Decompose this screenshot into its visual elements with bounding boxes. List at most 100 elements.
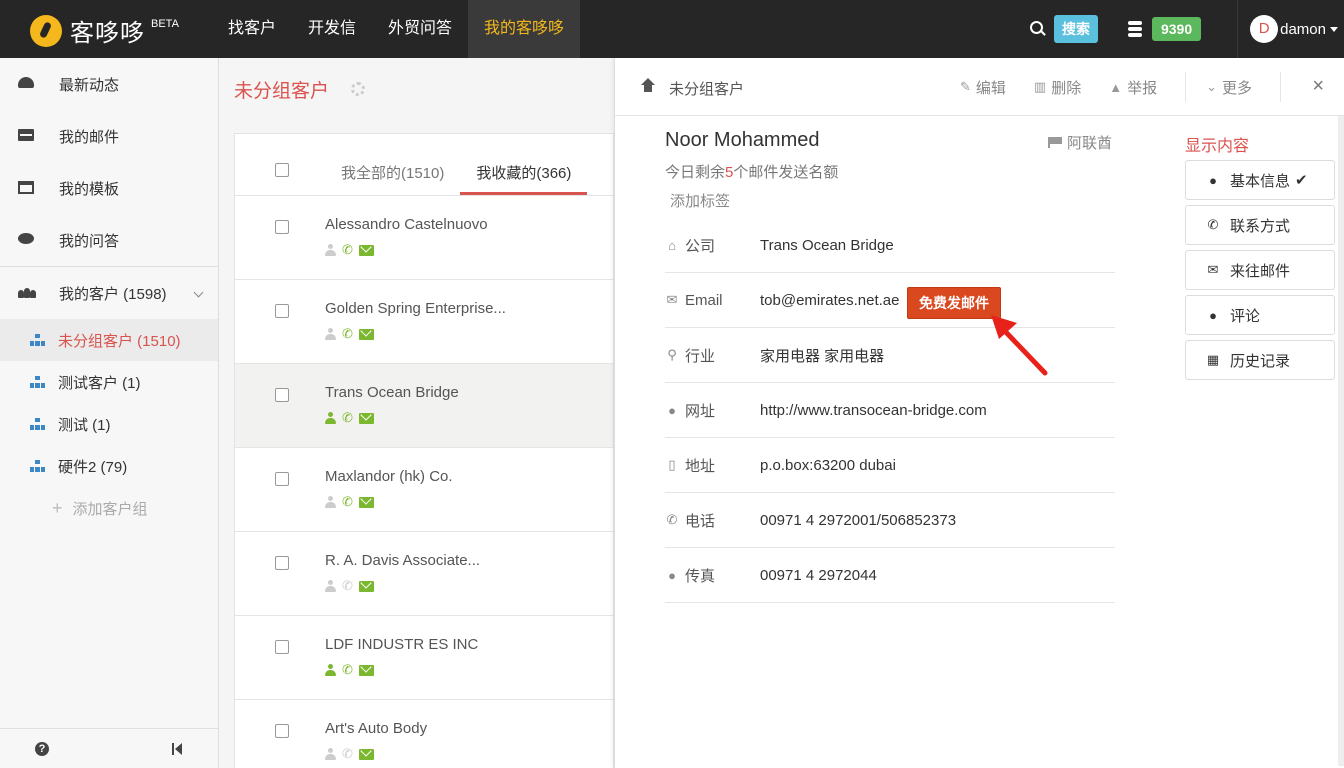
- row-checkbox[interactable]: [275, 304, 289, 318]
- customer-rows: Alessandro Castelnuovo ✆ Golden Spring Ent…: [235, 196, 613, 768]
- customer-name[interactable]: R. A. Davis Associate...: [325, 552, 480, 569]
- logo[interactable]: 客哆哆 BETA: [30, 13, 179, 48]
- phone-icon: ✆: [1207, 217, 1219, 232]
- sidebar-item-label: 最新动态: [59, 76, 120, 94]
- field-phone: ✆ 电话 00971 4 2972001/506852373: [665, 493, 1115, 548]
- phone-icon: ✆: [342, 410, 353, 425]
- envelope-icon: [358, 244, 374, 256]
- person-icon: [325, 412, 336, 424]
- row-checkbox[interactable]: [275, 556, 289, 570]
- row-checkbox[interactable]: [275, 640, 289, 654]
- gear-icon[interactable]: [351, 82, 366, 96]
- close-icon[interactable]: ×: [1312, 75, 1324, 98]
- help-icon[interactable]: ?: [35, 742, 49, 756]
- panel-contact-button[interactable]: ✆ 联系方式: [1185, 205, 1335, 245]
- detail-toolbar: 未分组客户 ✎ 编辑 ▥ 删除 ▲ 举报 ⌄ 更多 ×: [615, 58, 1344, 116]
- panel-emails-button[interactable]: ✉ 来往邮件: [1185, 250, 1335, 290]
- edit-button[interactable]: ✎ 编辑: [960, 77, 1006, 98]
- scrollbar[interactable]: [1338, 116, 1344, 766]
- nav-trade-qa[interactable]: 外贸问答: [372, 0, 468, 58]
- panel-history-button[interactable]: ▦ 历史记录: [1185, 340, 1335, 380]
- table-row[interactable]: Trans Ocean Bridge ✆: [235, 364, 613, 448]
- customer-list-panel: 未分组客户 我全部的(1510) 我收藏的(366) Alessandro Ca…: [219, 58, 614, 768]
- row-checkbox[interactable]: [275, 388, 289, 402]
- customer-name[interactable]: Golden Spring Enterprise...: [325, 300, 506, 317]
- chevron-down-icon[interactable]: [193, 287, 204, 298]
- search-button[interactable]: 搜索: [1053, 15, 1098, 43]
- chevron-down-icon: ⌄: [1206, 79, 1218, 94]
- sidebar-group-test[interactable]: 测试 (1): [0, 403, 218, 445]
- comment-icon: [18, 233, 34, 244]
- field-website: ● 网址 http://www.transocean-bridge.com: [665, 383, 1115, 438]
- tab-favorites[interactable]: 我收藏的(366): [460, 162, 588, 195]
- table-row[interactable]: Maxlandor (hk) Co. ✆: [235, 448, 613, 532]
- breadcrumb[interactable]: 未分组客户: [669, 78, 744, 99]
- sitemap-icon: ⚲: [667, 347, 677, 362]
- field-company: ⌂ 公司 Trans Ocean Bridge: [665, 218, 1115, 273]
- table-row[interactable]: LDF INDUSTR ES INC ✆: [235, 616, 613, 700]
- customer-name[interactable]: Trans Ocean Bridge: [325, 384, 459, 401]
- field-address: ▯ 地址 p.o.box:63200 dubai: [665, 438, 1115, 493]
- panel-comments-button[interactable]: ● 评论: [1185, 295, 1335, 335]
- caret-down-icon: [1330, 26, 1338, 32]
- building-icon: ▯: [668, 457, 676, 472]
- contact-name: Noor Mohammed: [665, 129, 820, 151]
- report-button[interactable]: ▲ 举报: [1109, 77, 1157, 98]
- plus-icon: +: [52, 497, 63, 518]
- customer-name[interactable]: Alessandro Castelnuovo: [325, 216, 488, 233]
- select-all-checkbox[interactable]: [275, 163, 289, 177]
- nav-find-customers[interactable]: 找客户: [212, 0, 292, 58]
- table-row[interactable]: Art's Auto Body ✆: [235, 700, 613, 768]
- sidebar-group-label: 未分组客户 (1510): [58, 332, 181, 350]
- collapse-sidebar-icon[interactable]: [172, 743, 182, 755]
- customer-name[interactable]: Maxlandor (hk) Co.: [325, 468, 453, 485]
- globe-icon: ●: [668, 567, 676, 583]
- sidebar-item-qa[interactable]: 我的问答: [0, 214, 218, 266]
- panel-basic-info-button[interactable]: ● 基本信息 ✔: [1185, 160, 1335, 200]
- dashboard-icon: [18, 77, 34, 88]
- sidebar-item-label: 我的问答: [59, 232, 120, 250]
- sidebar-group-test-customers[interactable]: 测试客户 (1): [0, 361, 218, 403]
- pencil-icon: ✎: [960, 79, 971, 94]
- beta-label: BETA: [151, 17, 179, 30]
- sidebar-my-customers[interactable]: 我的客户 (1598): [0, 267, 218, 319]
- user-menu[interactable]: D damon: [1237, 0, 1344, 58]
- delete-button[interactable]: ▥ 删除: [1034, 77, 1081, 98]
- home-icon[interactable]: [641, 78, 655, 94]
- add-tag-link[interactable]: 添加标签: [670, 190, 730, 211]
- check-icon: ✔: [1295, 172, 1308, 189]
- avatar: D: [1250, 15, 1279, 43]
- calendar-icon: ▦: [1206, 352, 1220, 367]
- row-checkbox[interactable]: [275, 724, 289, 738]
- table-row[interactable]: Alessandro Castelnuovo ✆: [235, 196, 613, 280]
- row-checkbox[interactable]: [275, 472, 289, 486]
- envelope-icon: [18, 129, 34, 141]
- tab-all[interactable]: 我全部的(1510): [325, 162, 460, 195]
- phone-icon: ✆: [342, 746, 353, 761]
- table-row[interactable]: R. A. Davis Associate... ✆: [235, 532, 613, 616]
- envelope-icon: [358, 328, 374, 340]
- sidebar-item-mail[interactable]: 我的邮件: [0, 110, 218, 162]
- customer-name[interactable]: Art's Auto Body: [325, 720, 427, 737]
- sidebar-item-news[interactable]: 最新动态: [0, 58, 218, 110]
- search-icon[interactable]: [1029, 21, 1046, 37]
- more-button[interactable]: ⌄ 更多: [1206, 77, 1252, 98]
- add-customer-group-button[interactable]: + 添加客户组: [0, 487, 218, 529]
- logo-icon: [30, 14, 62, 47]
- credits-badge[interactable]: 9390: [1151, 17, 1202, 41]
- table-row[interactable]: Golden Spring Enterprise... ✆: [235, 280, 613, 364]
- sidebar-group-hardware2[interactable]: 硬件2 (79): [0, 445, 218, 487]
- envelope-icon: ✉: [1207, 262, 1219, 277]
- globe-icon: ●: [668, 402, 676, 418]
- sidebar-group-ungrouped[interactable]: 未分组客户 (1510): [0, 319, 218, 361]
- nav-my-account[interactable]: 我的客哆哆: [468, 0, 581, 58]
- phone-icon: ✆: [342, 494, 353, 509]
- customer-name[interactable]: LDF INDUSTR ES INC: [325, 636, 478, 653]
- nav-outreach-mail[interactable]: 开发信: [292, 0, 372, 58]
- envelope-icon: [358, 412, 374, 424]
- sidebar-group-label: 测试 (1): [58, 416, 111, 434]
- trash-icon: ▥: [1033, 79, 1047, 94]
- sidebar-group-label: 我的客户 (1598): [59, 285, 167, 303]
- row-checkbox[interactable]: [275, 220, 289, 234]
- sidebar-item-templates[interactable]: 我的模板: [0, 162, 218, 214]
